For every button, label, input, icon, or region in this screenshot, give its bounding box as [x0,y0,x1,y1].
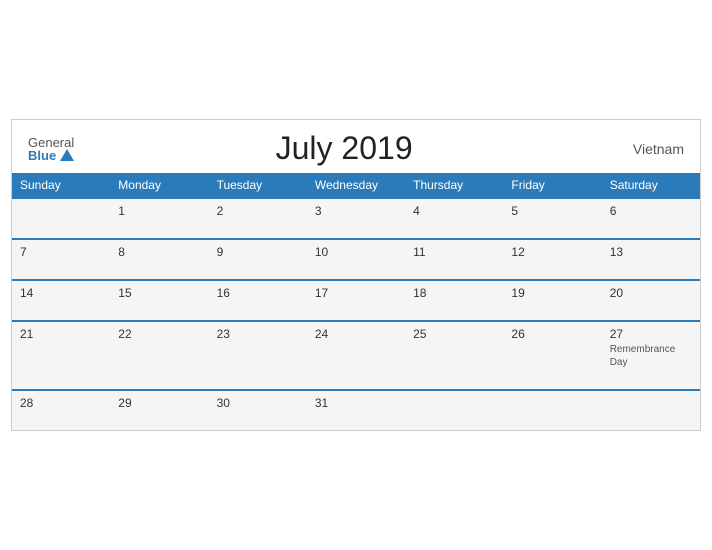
day-number: 2 [217,204,224,218]
header-friday: Friday [503,173,601,198]
calendar-day-cell: 16 [209,280,307,321]
calendar-day-cell [503,390,601,430]
day-number: 27 [610,327,623,341]
calendar-day-cell: 14 [12,280,110,321]
day-number: 18 [413,286,426,300]
calendar-day-cell: 30 [209,390,307,430]
day-number: 15 [118,286,131,300]
day-number: 7 [20,245,27,259]
calendar-day-cell: 22 [110,321,208,390]
logo-blue-text: Blue [28,149,74,162]
day-number: 4 [413,204,420,218]
calendar-day-cell: 12 [503,239,601,280]
calendar-table: Sunday Monday Tuesday Wednesday Thursday… [12,173,700,430]
day-number: 11 [413,245,425,259]
day-number: 25 [413,327,426,341]
calendar-day-cell [405,390,503,430]
calendar-day-cell: 7 [12,239,110,280]
day-number: 8 [118,245,125,259]
day-number: 22 [118,327,131,341]
day-number: 31 [315,396,328,410]
header-saturday: Saturday [602,173,700,198]
day-number: 26 [511,327,524,341]
day-number: 17 [315,286,328,300]
calendar-day-cell: 9 [209,239,307,280]
day-number: 30 [217,396,230,410]
calendar-day-cell: 31 [307,390,405,430]
logo: General Blue [28,136,74,162]
calendar-day-cell [12,198,110,239]
holiday-name: Remembrance Day [610,343,692,369]
day-number: 24 [315,327,328,341]
calendar-week-row: 21 22 23 24 25 26 27 Remembrance Day [12,321,700,390]
header-tuesday: Tuesday [209,173,307,198]
day-number: 19 [511,286,524,300]
day-number: 5 [511,204,518,218]
day-number: 20 [610,286,623,300]
calendar-day-cell: 6 [602,198,700,239]
calendar-week-row: 14 15 16 17 18 19 20 [12,280,700,321]
calendar-week-row: 1 2 3 4 5 6 [12,198,700,239]
day-number: 16 [217,286,230,300]
calendar-day-cell: 21 [12,321,110,390]
calendar-day-cell: 3 [307,198,405,239]
calendar-day-cell: 19 [503,280,601,321]
calendar-day-cell: 15 [110,280,208,321]
calendar-day-cell: 10 [307,239,405,280]
header-sunday: Sunday [12,173,110,198]
day-number: 12 [511,245,524,259]
header-thursday: Thursday [405,173,503,198]
calendar-day-cell: 8 [110,239,208,280]
calendar-day-cell: 24 [307,321,405,390]
day-number: 29 [118,396,131,410]
calendar-container: General Blue July 2019 Vietnam Sunday Mo… [11,119,701,431]
calendar-day-cell: 18 [405,280,503,321]
logo-triangle-icon [60,149,74,161]
calendar-title: July 2019 [74,130,614,167]
weekday-header-row: Sunday Monday Tuesday Wednesday Thursday… [12,173,700,198]
logo-general-text: General [28,136,74,149]
day-number: 10 [315,245,328,259]
calendar-header: General Blue July 2019 Vietnam [12,120,700,173]
country-name: Vietnam [614,141,684,157]
calendar-week-row: 7 8 9 10 11 12 13 [12,239,700,280]
calendar-day-cell: 17 [307,280,405,321]
calendar-day-cell: 27 Remembrance Day [602,321,700,390]
day-number: 9 [217,245,224,259]
day-number: 1 [118,204,125,218]
calendar-day-cell: 5 [503,198,601,239]
calendar-day-cell: 20 [602,280,700,321]
calendar-week-row: 28 29 30 31 [12,390,700,430]
header-wednesday: Wednesday [307,173,405,198]
day-number: 3 [315,204,322,218]
calendar-day-cell: 1 [110,198,208,239]
calendar-day-cell: 28 [12,390,110,430]
calendar-day-cell: 25 [405,321,503,390]
calendar-day-cell: 2 [209,198,307,239]
day-number: 6 [610,204,617,218]
day-number: 21 [20,327,33,341]
day-number: 28 [20,396,33,410]
header-monday: Monday [110,173,208,198]
day-number: 13 [610,245,623,259]
calendar-day-cell: 11 [405,239,503,280]
calendar-day-cell: 23 [209,321,307,390]
day-number: 23 [217,327,230,341]
calendar-day-cell: 13 [602,239,700,280]
calendar-day-cell [602,390,700,430]
day-number: 14 [20,286,33,300]
calendar-day-cell: 29 [110,390,208,430]
calendar-day-cell: 4 [405,198,503,239]
calendar-day-cell: 26 [503,321,601,390]
